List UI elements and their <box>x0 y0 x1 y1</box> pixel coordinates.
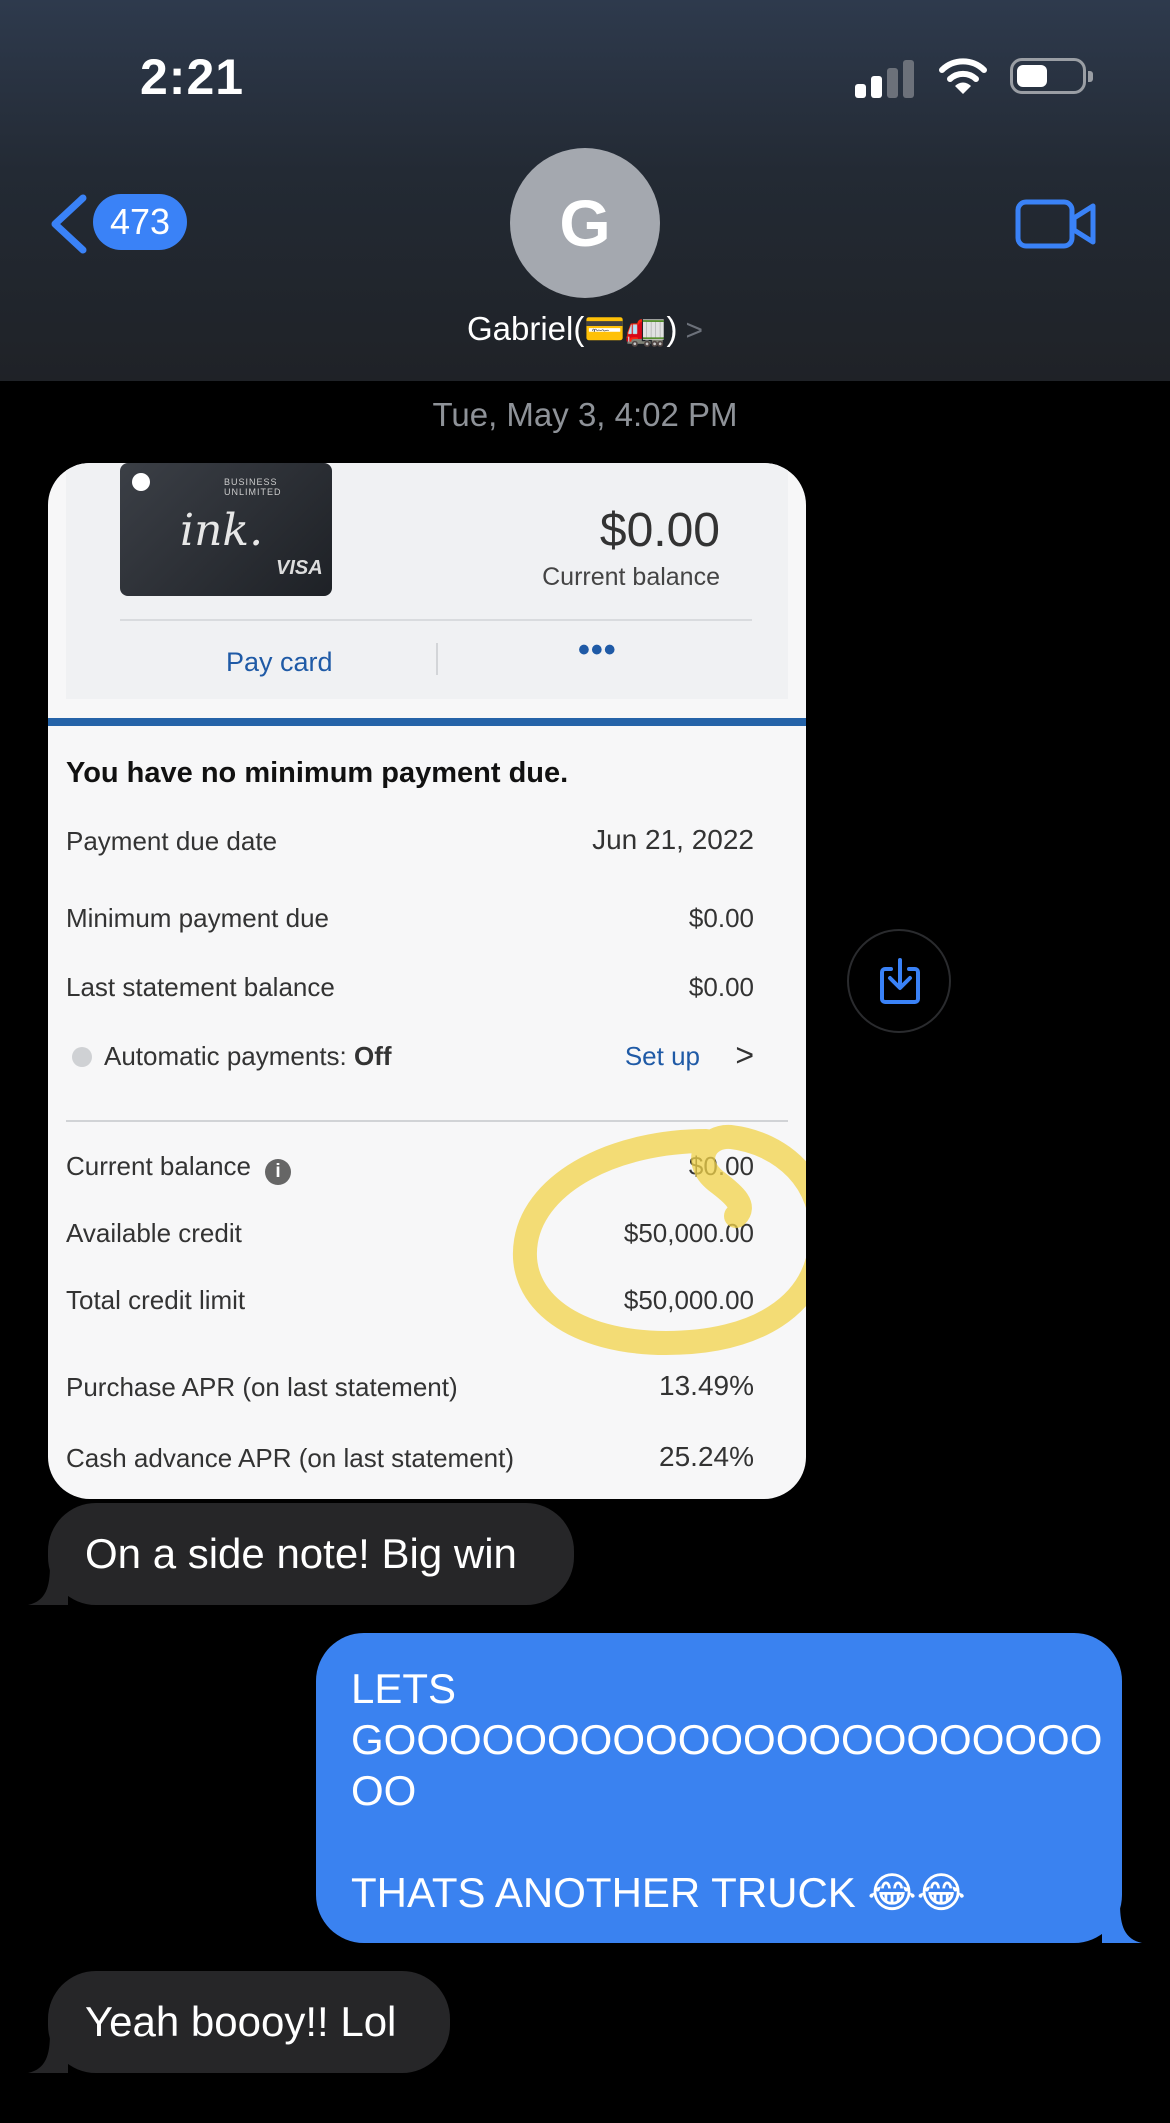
message-text: On a side note! Big win <box>85 1530 517 1577</box>
avatar[interactable]: G <box>510 148 660 298</box>
wifi-icon <box>939 58 987 94</box>
chevron-right-icon: > <box>735 1037 754 1073</box>
row-value: Jun 21, 2022 <box>592 824 754 855</box>
row-label: Minimum payment due <box>66 903 329 933</box>
chevron-right-icon: > <box>685 314 704 347</box>
balance-amount: $0.00 <box>599 504 720 557</box>
payment-due-date-row: Payment due date Jun 21, 2022 <box>66 824 754 857</box>
cash-advance-apr-row: Cash advance APR (on last statement) 25.… <box>66 1441 754 1474</box>
purchase-apr-row: Purchase APR (on last statement) 13.49% <box>66 1370 754 1403</box>
contact-name[interactable]: Gabriel(💳🚛) > <box>0 310 1170 349</box>
row-label: Last statement balance <box>66 972 335 1002</box>
video-call-icon[interactable] <box>1015 196 1097 252</box>
info-icon: i <box>265 1159 291 1185</box>
sent-message[interactable]: LETS GOOOOOOOOOOOOOOOOOOOOOO OO THATS AN… <box>316 1633 1142 1943</box>
row-label: Purchase APR (on last statement) <box>66 1372 458 1402</box>
divider <box>120 619 752 621</box>
status-time: 2:21 <box>140 49 245 105</box>
auto-payments-status: Off <box>354 1041 392 1071</box>
row-label: Payment due date <box>66 826 278 856</box>
set-up-link: Set up <box>624 1041 700 1071</box>
cellular-signal-icon <box>855 58 915 98</box>
card-summary-panel: BUSINESS UNLIMITED ink. VISA $0.00 Curre… <box>66 463 788 699</box>
row-value: 25.24% <box>659 1441 754 1472</box>
received-message[interactable]: Yeah boooy!! Lol <box>28 1971 450 2073</box>
back-button[interactable]: 473 <box>45 190 195 256</box>
bubble-tail <box>28 1565 68 1605</box>
payment-heading: You have no minimum payment due. <box>66 757 569 789</box>
download-icon <box>880 958 920 1004</box>
last-statement-row: Last statement balance $0.00 <box>66 972 754 1003</box>
card-script-logo: ink. <box>180 505 264 556</box>
row-value: $0.00 <box>688 972 754 1002</box>
more-options-icon: ••• <box>578 631 617 669</box>
received-message[interactable]: On a side note! Big win <box>28 1503 574 1605</box>
balance-label: Current balance <box>542 563 720 591</box>
status-dot-icon <box>72 1047 92 1067</box>
message-text: LETS GOOOOOOOOOOOOOOOOOOOOOO OO THATS AN… <box>351 1665 1103 1916</box>
card-network-logo: VISA <box>276 557 323 579</box>
bubble-tail <box>28 2033 68 2073</box>
screenshot-attachment[interactable]: BUSINESS UNLIMITED ink. VISA $0.00 Curre… <box>48 463 806 1499</box>
row-value: 13.49% <box>659 1370 754 1401</box>
conversation-header: 2:21 473 G Gabriel(💳🚛) > <box>0 0 1170 381</box>
card-product-label: BUSINESS UNLIMITED <box>224 477 282 497</box>
row-value: $0.00 <box>688 903 754 933</box>
row-label: Total credit limit <box>66 1285 246 1315</box>
row-label: Current balance <box>66 1151 251 1181</box>
row-label: Available credit <box>66 1218 242 1248</box>
row-label: Cash advance APR (on last statement) <box>66 1443 515 1473</box>
contact-name-label: Gabriel(💳🚛) <box>466 310 678 347</box>
message-text: Yeah boooy!! Lol <box>85 1998 397 2045</box>
bubble-tail <box>1102 1903 1142 1943</box>
credit-card-image: BUSINESS UNLIMITED ink. VISA <box>120 463 332 596</box>
pay-card-link: Pay card <box>226 647 333 677</box>
minimum-payment-row: Minimum payment due $0.00 <box>66 903 754 934</box>
accent-divider <box>48 718 806 726</box>
auto-payments-label: Automatic payments: <box>104 1041 354 1071</box>
save-attachment-button[interactable] <box>847 929 951 1033</box>
message-timestamp: Tue, May 3, 4:02 PM <box>432 396 738 433</box>
automatic-payments-row: Automatic payments: Off Set up > <box>66 1037 754 1073</box>
divider <box>436 643 438 675</box>
unread-count-badge: 473 <box>93 194 188 250</box>
battery-icon <box>1010 58 1093 94</box>
chevron-left-icon <box>51 194 87 254</box>
bank-logo-icon <box>132 473 150 491</box>
highlight-circle-markup <box>512 1124 806 1355</box>
